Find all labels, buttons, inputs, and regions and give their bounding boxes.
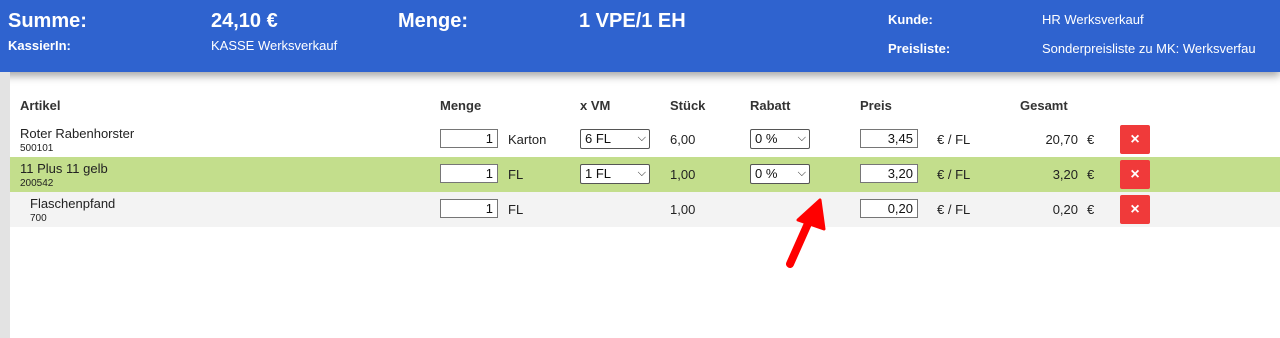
col-header-preis: Preis (860, 98, 892, 113)
col-header-menge: Menge (440, 98, 482, 113)
col-header-rabatt: Rabatt (750, 98, 791, 113)
price-unit: € / FL (937, 167, 971, 182)
article-code: 200542 (20, 178, 54, 189)
preisliste-value: Sonderpreisliste zu MK: Werksverfau (1042, 41, 1256, 56)
menge-value: 1 VPE/1 EH (579, 10, 686, 32)
kassierin-label: KassierIn: (8, 38, 71, 53)
rabatt-select-value: 0 % (755, 166, 778, 181)
close-icon: × (1130, 166, 1140, 183)
vm-select-value: 6 FL (585, 131, 612, 146)
chevron-down-icon: ⌵ (637, 167, 646, 179)
unit-label: Karton (508, 132, 547, 147)
vm-select-value: 1 FL (585, 166, 612, 181)
total-value: 20,70 (1045, 132, 1078, 147)
currency-symbol: € (1087, 167, 1095, 182)
total-value: 3,20 (1052, 167, 1078, 182)
menge-label: Menge: (398, 10, 468, 32)
delete-row-button[interactable]: × (1120, 195, 1150, 224)
article-code: 700 (30, 213, 47, 224)
col-header-stueck: Stück (670, 98, 706, 113)
arrow-annotation (786, 198, 826, 268)
vm-select[interactable]: 6 FL ⌵ (580, 129, 650, 149)
col-header-xvm: x VM (580, 98, 611, 113)
col-header-gesamt: Gesamt (1020, 98, 1068, 113)
rabatt-select-value: 0 % (755, 131, 778, 146)
kunde-value: HR Werksverkauf (1042, 12, 1144, 27)
stueck-value: 1,00 (670, 167, 696, 182)
chevron-down-icon: ⌵ (797, 132, 806, 144)
summary-header: Summe: 24,10 € Menge: 1 VPE/1 EH Kassier… (0, 0, 1280, 72)
currency-symbol: € (1087, 132, 1095, 147)
delete-row-button[interactable]: × (1120, 160, 1150, 189)
unit-label: FL (508, 167, 524, 182)
close-icon: × (1130, 131, 1140, 148)
kassierin-value: KASSE Werksverkauf (211, 38, 338, 53)
price-unit: € / FL (937, 132, 971, 147)
article-code: 500101 (20, 143, 54, 154)
rabatt-select[interactable]: 0 % ⌵ (750, 129, 810, 149)
quantity-input[interactable]: 1 (440, 199, 498, 218)
article-name: Flaschenpfand (30, 196, 116, 211)
chevron-down-icon: ⌵ (637, 132, 646, 144)
article-table: Artikel Menge x VM Stück Rabatt Preis Ge… (10, 86, 1280, 338)
article-name: 11 Plus 11 gelb (20, 161, 108, 176)
col-header-artikel: Artikel (20, 98, 61, 113)
left-sidebar-edge (0, 72, 10, 338)
quantity-input[interactable]: 1 (440, 129, 498, 148)
quantity-input[interactable]: 1 (440, 164, 498, 183)
summe-label: Summe: (8, 10, 87, 32)
currency-symbol: € (1087, 202, 1095, 217)
close-icon: × (1130, 201, 1140, 218)
stueck-value: 6,00 (670, 132, 696, 147)
vm-select[interactable]: 1 FL ⌵ (580, 164, 650, 184)
price-unit: € / FL (937, 202, 971, 217)
price-input[interactable]: 0,20 (860, 199, 918, 218)
rabatt-select[interactable]: 0 % ⌵ (750, 164, 810, 184)
price-input[interactable]: 3,20 (860, 164, 918, 183)
delete-row-button[interactable]: × (1120, 125, 1150, 154)
article-name: Roter Rabenhorster (20, 126, 135, 141)
stueck-value: 1,00 (670, 202, 696, 217)
price-input[interactable]: 3,45 (860, 129, 918, 148)
table-row[interactable]: Roter Rabenhorster 500101 1 Karton 6 FL … (10, 122, 1280, 157)
preisliste-label: Preisliste: (888, 41, 951, 56)
table-row[interactable]: 11 Plus 11 gelb 200542 1 FL 1 FL ⌵ 1,00 … (10, 157, 1280, 192)
total-value: 0,20 (1052, 202, 1078, 217)
summe-value: 24,10 € (211, 10, 278, 32)
chevron-down-icon: ⌵ (797, 167, 806, 179)
table-row[interactable]: Flaschenpfand 700 1 FL 1,00 0,20 € / FL … (10, 192, 1280, 227)
kunde-label: Kunde: (888, 12, 933, 27)
unit-label: FL (508, 202, 524, 217)
